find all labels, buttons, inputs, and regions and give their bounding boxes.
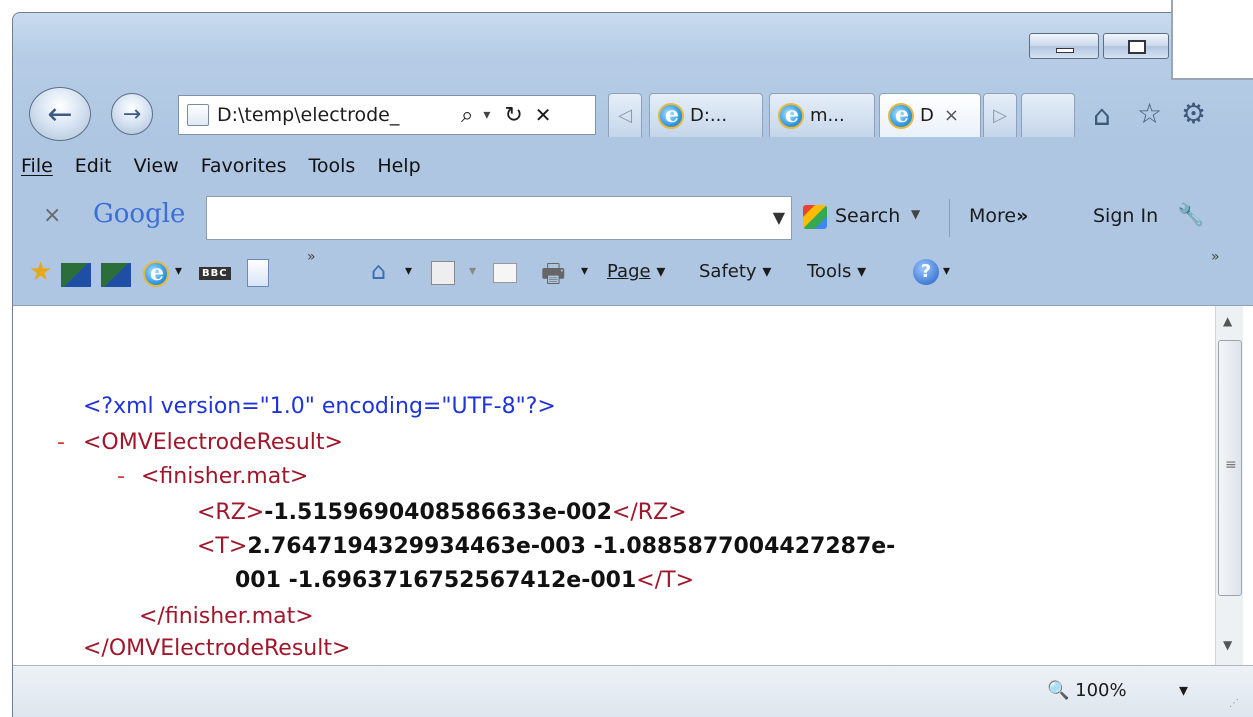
xml-content-pane: <?xml version="1.0" encoding="UTF-8"?> -… (13, 305, 1253, 666)
page-menu[interactable]: Page ▾ (607, 261, 665, 282)
sign-in-button[interactable]: Sign In (1093, 205, 1158, 227)
rss-feed-icon[interactable] (431, 261, 455, 285)
menu-tools[interactable]: Tools (309, 155, 356, 177)
page-icon (187, 104, 209, 126)
forward-button[interactable]: → (111, 93, 153, 135)
tab-2[interactable]: m... (769, 93, 875, 137)
print-dropdown-icon[interactable]: ▾ (581, 263, 588, 279)
overflow-chevron-right[interactable]: » (1211, 249, 1220, 265)
add-favorite-star-icon[interactable]: ★ (29, 257, 52, 287)
search-icon[interactable]: ⌕ (461, 103, 473, 128)
menu-favorites[interactable]: Favorites (201, 155, 287, 177)
address-text[interactable]: D:\temp\electrode_ (217, 104, 449, 126)
forward-arrow-icon: → (122, 101, 142, 127)
new-tab-button[interactable] (1021, 93, 1075, 137)
ie-icon[interactable] (143, 260, 169, 287)
overflow-chevron-left[interactable]: » (307, 249, 316, 265)
resize-grip-icon[interactable]: ⋰ (1229, 698, 1239, 709)
google-search-button[interactable]: Search (835, 205, 900, 227)
xml-child-open: <finisher.mat> (141, 464, 309, 489)
tab-1[interactable]: D:... (649, 93, 763, 137)
xml-declaration: <?xml version="1.0" encoding="UTF-8"?> (83, 394, 556, 419)
tab-3-title: D (920, 105, 934, 126)
ie-icon (778, 102, 804, 129)
print-icon[interactable]: 🖶 (541, 255, 566, 299)
search-dropdown-icon[interactable]: ▼ (911, 207, 920, 221)
menu-edit[interactable]: Edit (75, 155, 112, 177)
tools-menu[interactable]: Tools ▾ (807, 261, 866, 282)
scrollbar-thumb[interactable]: ≡ (1218, 340, 1242, 596)
menu-help[interactable]: Help (377, 155, 420, 177)
overlapping-window-corner (1171, 0, 1253, 80)
read-mail-icon[interactable] (493, 263, 517, 283)
xml-root-open: <OMVElectrodeResult> (83, 430, 343, 455)
back-arrow-icon: ← (47, 96, 73, 132)
safety-menu[interactable]: Safety ▾ (699, 261, 771, 282)
browser-window: ← → D:\temp\electrode_ ⌕ ▾ ↻ ✕ ◁ D:... m… (12, 12, 1253, 717)
menu-bar: File Edit View Favorites Tools Help (13, 141, 1253, 191)
scroll-down-arrow[interactable]: ▼ (1223, 638, 1232, 652)
xml-t-element: <T>2.7647194329934463e-003 -1.0885877004… (197, 534, 896, 559)
tab-close-icon[interactable]: × (944, 105, 959, 126)
toolbar-close-icon[interactable]: × (43, 203, 61, 228)
menu-view[interactable]: View (134, 155, 179, 177)
home-icon[interactable]: ⌂ (1093, 99, 1111, 132)
link-icon-1[interactable] (61, 263, 91, 287)
home-dropdown-icon[interactable]: ▾ (405, 263, 412, 279)
stop-icon[interactable]: ✕ (535, 103, 552, 127)
scroll-up-arrow[interactable]: ▲ (1223, 314, 1232, 328)
tab-scroll-left[interactable]: ◁ (608, 93, 642, 137)
grip-icon: ≡ (1225, 457, 1237, 473)
status-bar: 🔍 100% ▾ ⋰ (13, 665, 1253, 717)
tab-scroll-right[interactable]: ▷ (983, 93, 1017, 137)
ie-icon (888, 102, 914, 129)
menu-file[interactable]: File (21, 155, 53, 177)
tab-3-active[interactable]: D × (879, 93, 981, 137)
home-page-icon[interactable]: ⌂ (371, 257, 386, 285)
xml-child-close: </finisher.mat> (139, 604, 314, 629)
ie-dropdown-icon[interactable]: ▾ (175, 263, 182, 279)
collapse-child-toggle[interactable]: - (117, 464, 125, 489)
xml-rz-element: <RZ>-1.5159690408586633e-002</RZ> (197, 500, 687, 525)
favorites-star-icon[interactable]: ☆ (1137, 97, 1162, 130)
chevron-down-icon[interactable]: ▾ (483, 107, 490, 123)
tab-2-title: m... (810, 105, 845, 126)
address-bar[interactable]: D:\temp\electrode_ ⌕ ▾ ↻ ✕ (178, 95, 596, 135)
zoom-control[interactable]: 🔍 100% (1047, 680, 1127, 701)
google-search-input[interactable]: ▼ (206, 196, 792, 240)
google-multicolor-icon (803, 205, 827, 229)
wrench-icon[interactable]: 🔧 (1177, 203, 1204, 228)
xml-root-close: </OMVElectrodeResult> (83, 636, 351, 661)
link-icon-2[interactable] (101, 263, 131, 287)
vertical-scrollbar[interactable]: ▲ ≡ ▼ (1215, 306, 1243, 666)
google-toolbar: × Google ▼ Search ▼ More» Sign In 🔧 (13, 191, 1253, 245)
zoom-dropdown-icon[interactable]: ▾ (1179, 680, 1188, 701)
refresh-icon[interactable]: ↻ (504, 103, 522, 128)
gear-icon[interactable]: ⚙ (1181, 97, 1206, 130)
tab-1-title: D:... (690, 105, 728, 126)
back-button[interactable]: ← (29, 87, 91, 141)
ie-page-icon[interactable] (247, 259, 269, 287)
chevron-down-icon[interactable]: ▼ (773, 208, 785, 227)
ie-icon (658, 102, 684, 129)
rss-dropdown-icon[interactable]: ▾ (469, 263, 476, 279)
more-button[interactable]: More» (969, 205, 1028, 227)
help-icon[interactable]: ? (913, 259, 939, 285)
toolbar-separator (949, 199, 950, 237)
minimize-button[interactable] (1029, 33, 1099, 59)
bbc-icon[interactable]: BBC (199, 267, 231, 280)
help-dropdown-icon[interactable]: ▾ (943, 263, 950, 279)
command-bar: ★ ▾ BBC » ⌂ ▾ ▾ 🖶 ▾ Page ▾ Safety ▾ Tool… (13, 245, 1253, 305)
maximize-button[interactable] (1103, 33, 1169, 59)
google-logo: Google (93, 199, 186, 229)
xml-t-element-continued: 001 -1.6963716752567412e-001</T> (235, 568, 694, 593)
collapse-root-toggle[interactable]: - (57, 430, 65, 455)
zoom-icon: 🔍 (1047, 680, 1070, 701)
zoom-level: 100% (1075, 680, 1127, 701)
